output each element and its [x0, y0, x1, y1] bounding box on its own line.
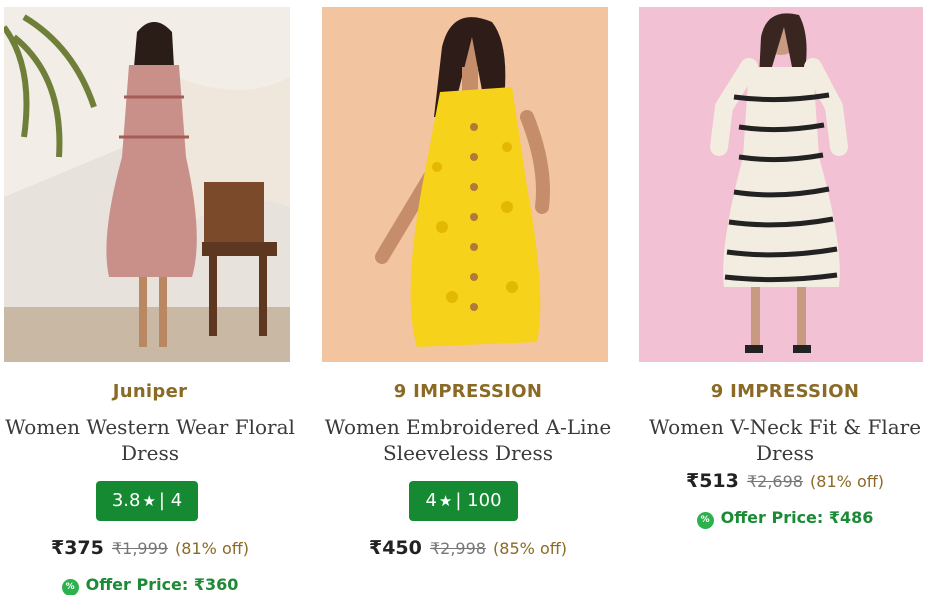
product-title[interactable]: Women V-Neck Fit & Flare Dress [635, 414, 935, 466]
product-image[interactable] [322, 7, 608, 362]
selling-price: ₹513 [685, 470, 739, 492]
product-title-line: Sleeveless Dress [383, 441, 553, 465]
product-card[interactable]: 9 IMPRESSION Women Embroidered A-Line Sl… [318, 0, 618, 595]
rating-count: 4 [170, 490, 183, 511]
original-price: ₹2,998 [429, 539, 486, 558]
original-price: ₹1,999 [111, 539, 168, 558]
selling-price: ₹450 [368, 537, 422, 559]
original-price: ₹2,698 [746, 472, 803, 491]
product-title[interactable]: Women Western Wear Floral Dress [0, 414, 300, 466]
percent-badge-icon: % [696, 512, 714, 529]
rating-count: 100 [467, 490, 502, 511]
offer-price: % Offer Price: ₹360 [0, 575, 300, 595]
product-image[interactable] [639, 7, 923, 362]
product-title-line: Dress [756, 441, 814, 465]
rating-badge: 3.8 ★ | 4 [96, 481, 198, 521]
percent-badge-icon: % [61, 579, 79, 595]
product-image[interactable] [4, 7, 290, 362]
brand-name: Juniper [112, 381, 188, 402]
discount-label: (81% off) [810, 472, 884, 491]
rating-value: 4 [425, 490, 437, 511]
brand-name: 9 IMPRESSION [393, 381, 543, 402]
product-title-line: Women Western Wear Floral [5, 415, 295, 439]
product-title-line: Women Embroidered A-Line [324, 415, 612, 439]
brand-name: 9 IMPRESSION [710, 381, 860, 402]
price-row: ₹450 ₹2,998 (85% off) [318, 537, 618, 559]
rating-value: 3.8 [111, 490, 141, 511]
product-card[interactable]: Juniper Women Western Wear Floral Dress … [0, 0, 300, 595]
rating-badge: 4 ★ | 100 [409, 481, 518, 521]
selling-price: ₹375 [50, 537, 104, 559]
offer-price-text: Offer Price: ₹486 [720, 508, 874, 527]
star-icon: ★ [438, 492, 453, 510]
product-title-line: Women V-Neck Fit & Flare [648, 415, 922, 439]
product-title-line: Dress [121, 441, 179, 465]
product-card[interactable]: 9 IMPRESSION Women V-Neck Fit & Flare Dr… [635, 0, 935, 595]
discount-label: (81% off) [175, 539, 249, 558]
star-icon: ★ [142, 492, 156, 510]
offer-price-text: Offer Price: ₹360 [85, 575, 239, 594]
product-title[interactable]: Women Embroidered A-Line Sleeveless Dres… [318, 414, 618, 466]
price-row: ₹513 ₹2,698 (81% off) [635, 470, 935, 492]
discount-label: (85% off) [493, 539, 567, 558]
product-grid: Juniper Women Western Wear Floral Dress … [0, 0, 936, 595]
price-row: ₹375 ₹1,999 (81% off) [0, 537, 300, 559]
offer-price: % Offer Price: ₹486 [635, 508, 935, 529]
